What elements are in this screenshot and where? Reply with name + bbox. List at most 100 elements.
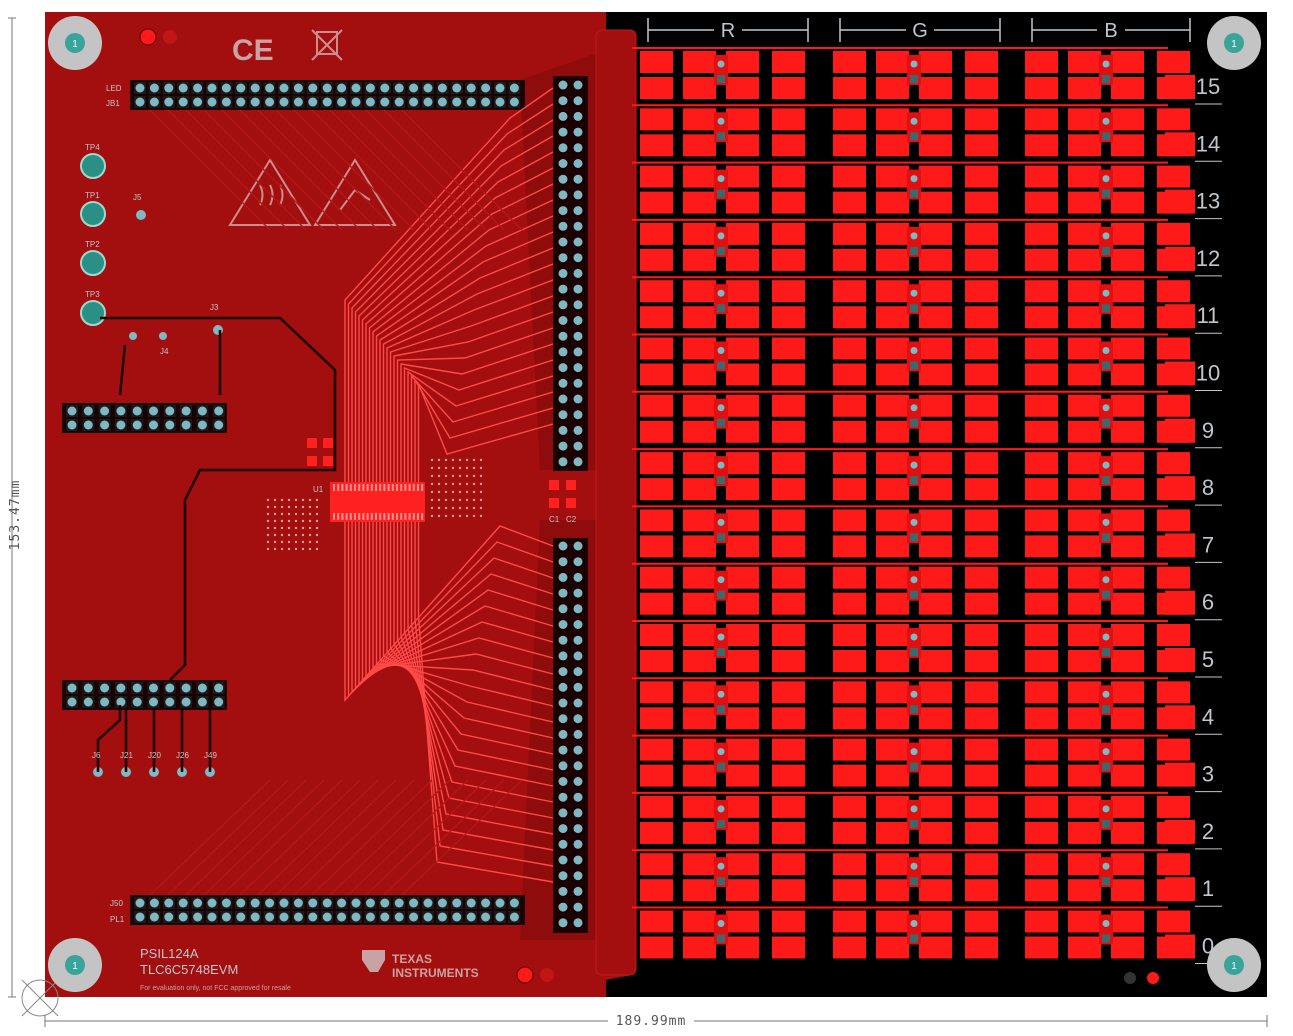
header-pin	[573, 745, 583, 755]
led-pad	[965, 306, 998, 329]
led-via	[1102, 862, 1110, 870]
header-pin	[558, 886, 568, 896]
ic-pin	[358, 513, 361, 520]
thermal-via	[287, 505, 291, 509]
via-marker	[163, 30, 177, 44]
led-pad	[876, 165, 909, 188]
led-pad	[833, 681, 866, 704]
thermal-via	[301, 512, 305, 516]
led-via	[910, 189, 918, 198]
led-pad	[833, 879, 866, 902]
led-pad	[1025, 707, 1058, 730]
header-pin	[250, 83, 260, 93]
led-pad	[683, 681, 716, 704]
led-pad	[1111, 191, 1144, 214]
led-pad	[876, 191, 909, 214]
led-pad	[640, 764, 673, 787]
led-pad	[1025, 650, 1058, 672]
thermal-via	[287, 498, 291, 502]
header-pin	[558, 268, 568, 278]
header-pin	[207, 912, 217, 922]
led-pad	[683, 420, 716, 443]
led-pad	[640, 624, 673, 646]
header-pin	[573, 557, 583, 567]
led-pad	[1025, 248, 1058, 271]
led-via	[1102, 518, 1110, 526]
led-pad	[683, 363, 716, 386]
led-pad	[876, 222, 909, 245]
led-pad	[876, 910, 909, 933]
thermal-via	[458, 482, 462, 486]
led-pad	[726, 853, 759, 876]
led-pad	[683, 337, 716, 360]
header-pin	[558, 572, 568, 582]
thermal-via	[308, 540, 312, 544]
header-pin	[149, 697, 158, 707]
group-label-r: R	[721, 20, 735, 42]
header-pin	[573, 111, 583, 121]
header-pin	[573, 682, 583, 692]
led-pad	[772, 165, 805, 188]
header-pin	[573, 96, 583, 106]
header-pin	[149, 97, 159, 107]
led-pad	[640, 363, 673, 386]
led-pad	[1025, 134, 1058, 157]
row-end-pad	[1165, 246, 1195, 271]
header-pin	[221, 97, 231, 107]
led-pad	[833, 936, 866, 959]
connector-right-top	[553, 76, 588, 471]
led-pad	[965, 452, 998, 475]
header-pin	[380, 898, 390, 908]
led-pad	[640, 936, 673, 959]
led-pad	[876, 134, 909, 157]
led-pad	[726, 420, 759, 443]
header-pin	[558, 871, 568, 881]
thermal-via	[472, 490, 476, 494]
header-pin	[558, 237, 568, 247]
header-pin	[149, 683, 158, 693]
led-pad	[965, 394, 998, 417]
header-pin	[558, 604, 568, 614]
led-pad	[1025, 280, 1058, 303]
led-pad	[1025, 624, 1058, 646]
thermal-via	[451, 482, 455, 486]
led-pad	[726, 738, 759, 761]
row-label: 10	[1196, 361, 1220, 386]
led-via	[910, 75, 918, 83]
header-pin	[337, 83, 347, 93]
header-pin	[193, 912, 203, 922]
led-pad	[965, 853, 998, 876]
led-pad	[1068, 452, 1101, 475]
header-pin	[423, 898, 433, 908]
led-pad	[683, 394, 716, 417]
header-pin	[558, 557, 568, 567]
led-via	[910, 461, 918, 469]
jumper-label: J49	[204, 751, 217, 760]
led-pad	[1111, 222, 1144, 245]
led-pad	[683, 306, 716, 329]
header-pin	[221, 912, 231, 922]
ic-pin	[404, 484, 407, 491]
thermal-via	[273, 547, 277, 551]
header-pin	[558, 111, 568, 121]
thermal-via	[444, 458, 448, 462]
header-pin	[293, 97, 303, 107]
led-via	[1102, 576, 1110, 584]
led-pad	[1025, 795, 1058, 818]
header-pin	[558, 839, 568, 849]
led-via	[910, 819, 918, 828]
header-pin	[164, 83, 174, 93]
led-via	[717, 175, 725, 183]
led-pad	[1025, 910, 1058, 933]
led-pad	[1111, 108, 1144, 131]
led-pad	[726, 452, 759, 475]
thermal-via	[437, 490, 441, 494]
thermal-via	[437, 474, 441, 478]
led-pad	[1068, 165, 1101, 188]
led-pad	[640, 509, 673, 532]
led-pad	[1111, 509, 1144, 532]
led-via	[717, 232, 725, 240]
led-via	[1102, 476, 1110, 485]
led-pad	[965, 738, 998, 761]
header-pin	[558, 745, 568, 755]
